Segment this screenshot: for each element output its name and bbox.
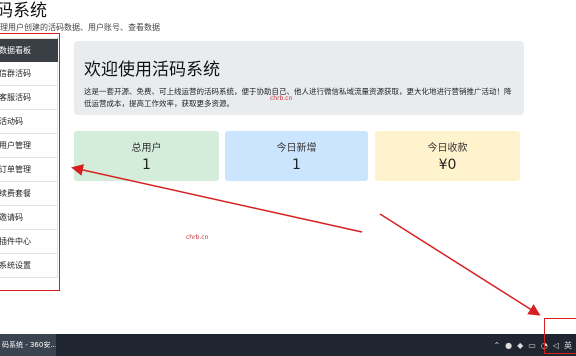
sidebar-highlight-box: [0, 33, 60, 291]
stat-card-new-today: 今日新增 1: [225, 131, 368, 181]
stat-label: 今日收款: [427, 143, 468, 154]
taskbar: 码系统 - 360安... ⌃ ● ◆ ▭ ◔ ◁ 英: [0, 334, 576, 356]
stat-value: 1: [142, 157, 151, 173]
page-subtitle: 理用户创建的活码数据、用户账号、查看数据: [0, 23, 160, 32]
stat-value: ¥0: [438, 157, 457, 173]
welcome-panel: 欢迎使用活码系统 这是一套开源、免费、可上线运营的活码系统，便于协助自己、他人进…: [74, 41, 524, 115]
welcome-title: 欢迎使用活码系统: [84, 60, 220, 80]
wechat-icon[interactable]: ●: [505, 341, 512, 350]
page-title: 码系统: [0, 1, 47, 21]
stat-value: 1: [292, 157, 301, 173]
tray-highlight-box: [544, 318, 576, 354]
stat-card-income-today: 今日收款 ¥0: [375, 131, 520, 181]
welcome-watermark: chrb.cn: [270, 95, 293, 102]
stat-card-total-users: 总用户 1: [74, 131, 219, 181]
welcome-description: 这是一套开源、免费、可上线运营的活码系统，便于协助自己、他人进行微信私域流量资源…: [84, 87, 512, 108]
arrow-to-tray: [379, 213, 541, 316]
stat-label: 总用户: [131, 143, 162, 154]
shield-icon[interactable]: ◆: [517, 341, 523, 350]
center-watermark: chrb.cn: [186, 234, 209, 241]
taskbar-app-button[interactable]: 码系统 - 360安...: [0, 334, 56, 356]
chevron-up-icon[interactable]: ⌃: [493, 341, 500, 350]
battery-icon[interactable]: ▭: [528, 341, 536, 350]
stat-label: 今日新增: [276, 143, 317, 154]
